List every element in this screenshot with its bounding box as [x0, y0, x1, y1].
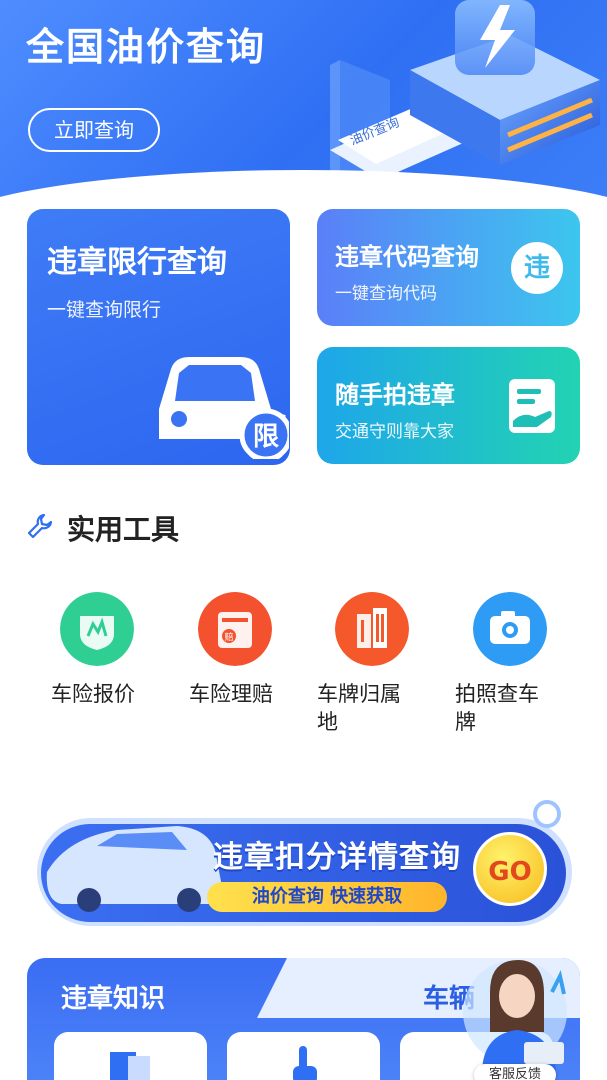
insurance-claim-icon: 赔: [198, 592, 272, 666]
promo-title: 违章扣分详情查询: [213, 840, 461, 875]
violation-limit-title: 违章限行查询: [47, 245, 227, 280]
customer-service-avatar: [463, 960, 567, 1070]
violation-points-banner[interactable]: 违章扣分详情查询 油价查询 快速获取 GO: [27, 800, 580, 930]
go-button[interactable]: GO: [473, 832, 547, 906]
tools-title: 实用工具: [67, 513, 180, 546]
violation-code-subtitle: 一键查询代码: [335, 284, 437, 304]
building-icon: [335, 592, 409, 666]
hero-title: 全国油价查询: [26, 25, 267, 69]
pointer-hand-icon: [293, 1046, 317, 1080]
violation-limit-subtitle: 一键查询限行: [47, 299, 162, 321]
tool-label: 车险报价: [51, 682, 135, 706]
violation-search-icon: 违: [511, 242, 563, 294]
knowledge-card[interactable]: [227, 1032, 380, 1080]
knowledge-card[interactable]: [54, 1032, 207, 1080]
snap-report-card[interactable]: 随手拍违章 交通守则靠大家: [317, 347, 580, 464]
violation-limit-card[interactable]: 违章限行查询 一键查询限行 限: [27, 209, 290, 465]
tool-label: 车险理赔: [189, 682, 273, 706]
document-icon: [110, 1052, 150, 1080]
wrench-icon: [27, 513, 53, 539]
customer-service-label[interactable]: 客服反馈: [474, 1064, 556, 1080]
hero-banner: 全国油价查询 立即查询 油价查询: [0, 0, 607, 200]
query-now-button[interactable]: 立即查询: [28, 108, 160, 152]
svg-text:赔: 赔: [224, 631, 233, 643]
snap-report-title: 随手拍违章: [335, 381, 455, 409]
violation-code-card[interactable]: 违章代码查询 一键查询代码 违: [317, 209, 580, 326]
camera-icon: [473, 592, 547, 666]
hand-document-icon: [509, 379, 555, 433]
tool-label: 拍照查车牌: [455, 682, 539, 734]
snap-report-subtitle: 交通守则靠大家: [335, 422, 454, 442]
customer-service-widget[interactable]: 客服反馈: [460, 950, 570, 1080]
violation-code-title: 违章代码查询: [335, 243, 479, 271]
hero-illustration: 油价查询: [330, 0, 600, 180]
tab-violation-knowledge[interactable]: 违章知识: [61, 978, 211, 1015]
car-insurance-quote-icon: [60, 592, 134, 666]
tool-label: 车牌归属地: [317, 682, 401, 734]
car-limit-icon: 限: [159, 357, 289, 459]
limit-badge: 限: [253, 422, 279, 452]
promo-subtitle: 油价查询 快速获取: [207, 882, 447, 912]
